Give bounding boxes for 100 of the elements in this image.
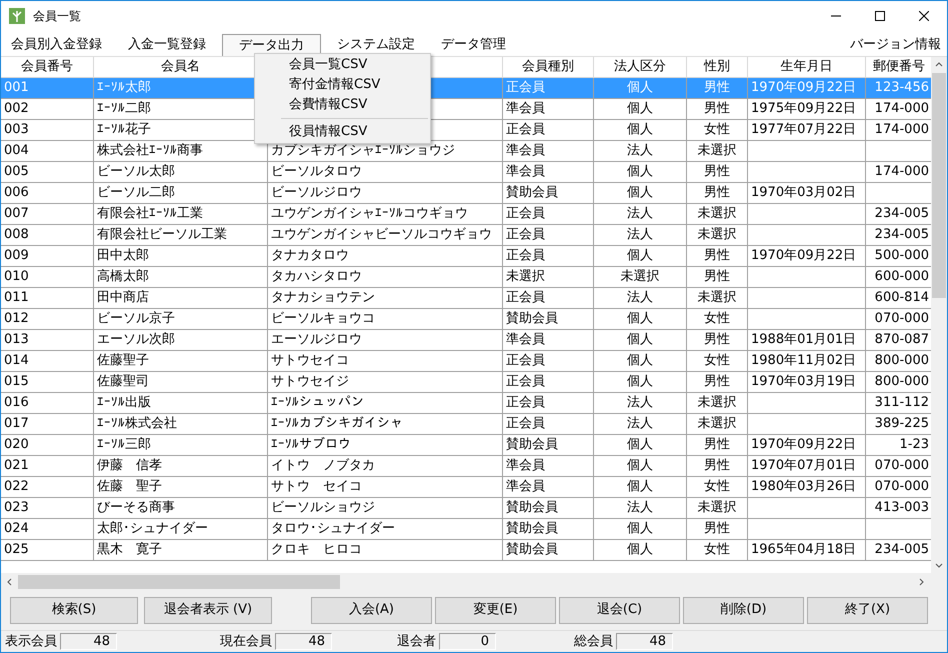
table-cell-text: タナカタロウ <box>271 247 349 266</box>
table-cell-text: 600-814 <box>874 289 929 308</box>
scroll-left-icon[interactable] <box>6 578 12 586</box>
table-cell-text: 男性 <box>704 79 730 98</box>
table-row[interactable]: 022 佐藤 聖子 サトウ セイコ 準会員 個人 女性 1980年03月26日 070-000 <box>1 477 931 498</box>
table-cell-text: 個人 <box>627 79 653 98</box>
table-row[interactable]: 024 太郎･シュナイダー タロウ･シュナイダー 賛助会員 個人 男性 <box>1 519 931 540</box>
action-button[interactable]: 変更(E) <box>435 596 556 624</box>
table-cell-text: 準会員 <box>506 142 545 160</box>
table-cell-text: 男性 <box>704 184 730 202</box>
scroll-thumb[interactable] <box>18 574 340 588</box>
scroll-up-icon[interactable] <box>935 61 943 67</box>
table-row[interactable]: 025 黒木 寛子 クロキ ヒロコ 賛助会員 個人 女性 1965年04月18日 234-005 <box>1 540 931 561</box>
table-cell-text: カブシキガイシャｴｰｿﾙショウジ <box>271 142 455 160</box>
table-row[interactable]: 016 ｴｰｿﾙ出版 ｴｰｿﾙシュッパン 正会員 法人 未選択 311-112 <box>1 393 931 414</box>
action-button[interactable]: 退会者表示 (V) <box>144 596 272 624</box>
table-cell-text: 男性 <box>704 457 730 476</box>
table-cell-text: 賛助会員 <box>506 310 558 328</box>
menu-item[interactable]: データ管理 <box>431 34 516 56</box>
table-cell-text: 070-000 <box>874 478 929 496</box>
table-cell-text: 174-000 <box>874 100 929 118</box>
table-row[interactable]: 015 佐藤聖司 サトウセイジ 正会員 個人 男性 1970年03月19日 800-000 <box>1 372 931 393</box>
table-row[interactable]: 014 佐藤聖子 サトウセイコ 正会員 個人 女性 1980年11月02日 800-000 <box>1 351 931 372</box>
table-cell-text: ｴｰｿﾙカブシキガイシャ <box>271 415 403 434</box>
table-cell-text: 413-003 <box>874 499 929 518</box>
table-cell-text: 未選択 <box>698 394 736 412</box>
table-cell-text: ｴｰｿﾙ株式会社 <box>97 415 177 434</box>
scroll-down-icon[interactable] <box>935 563 943 569</box>
table-cell-text: 007 <box>4 205 29 224</box>
table-cell-text: 個人 <box>627 100 653 118</box>
app-icon <box>9 8 25 24</box>
table-cell-text: 法人 <box>627 499 653 518</box>
table-cell-text: 個人 <box>627 373 653 392</box>
table-row[interactable]: 005 ビーソル太郎 ビーソルタロウ 準会員 個人 男性 174-000 <box>1 162 931 183</box>
close-icon[interactable] <box>919 11 929 21</box>
table-row[interactable]: 006 ビーソル二郎 ビーソルジロウ 賛助会員 個人 男性 1970年03月02日 <box>1 183 931 204</box>
table-cell-text: 有限会社ビーソル工業 <box>97 226 227 244</box>
table-row[interactable]: 004 株式会社ｴｰｿﾙ商事 カブシキガイシャｴｰｿﾙショウジ 準会員 法人 未選択 <box>1 141 931 162</box>
table-cell-text: 個人 <box>627 541 653 560</box>
table-cell-text: 法人 <box>627 394 653 412</box>
table-cell-text: 準会員 <box>506 100 545 118</box>
table-cell-text: 個人 <box>627 331 653 350</box>
table-cell-text: ユウゲンガイシャｴｰｿﾙコウギョウ <box>271 205 468 224</box>
table-cell-text: 正会員 <box>506 394 545 412</box>
table-row[interactable]: 021 伊藤 信孝 イトウ ノブタカ 準会員 個人 男性 1970年07月01日 070-000 <box>1 456 931 477</box>
table-cell-text: 個人 <box>627 352 653 370</box>
menu-item[interactable]: データ出力 <box>222 34 321 56</box>
table-cell-text: 未選択 <box>698 415 736 434</box>
table-cell-text: 田中太郎 <box>97 247 149 266</box>
table-row[interactable]: 009 田中太郎 タナカタロウ 正会員 個人 男性 1970年09月22日 500-000 <box>1 246 931 267</box>
table-row[interactable]: 008 有限会社ビーソル工業 ユウゲンガイシャビーソルコウギョウ 正会員 法人 未選択 234-005 <box>1 225 931 246</box>
table-cell-text: 個人 <box>627 520 653 538</box>
action-button[interactable]: 検索(S) <box>10 596 138 624</box>
action-button[interactable]: 入会(A) <box>311 596 432 624</box>
table-cell-text: ビーソルショウジ <box>271 499 375 518</box>
table-cell-text: 1988年01月01日 <box>751 331 856 350</box>
window-title: 会員一覧 <box>33 8 81 25</box>
table-cell-text: ビーソル太郎 <box>97 163 175 182</box>
action-button[interactable]: 削除(D) <box>683 596 804 624</box>
table-cell-text: 021 <box>4 457 29 476</box>
table-row[interactable]: 011 田中商店 タナカショウテン 正会員 法人 未選択 600-814 <box>1 288 931 309</box>
table-cell-text: 004 <box>4 142 29 160</box>
table-cell-text: イトウ ノブタカ <box>271 457 375 476</box>
table-row[interactable]: 007 有限会社ｴｰｿﾙ工業 ユウゲンガイシャｴｰｿﾙコウギョウ 正会員 法人 未選択 234-005 <box>1 204 931 225</box>
table-cell-text: 002 <box>4 100 29 118</box>
scroll-right-icon[interactable] <box>919 578 925 586</box>
menu-item[interactable]: システム設定 <box>327 34 425 56</box>
action-button[interactable]: 退会(C) <box>559 596 680 624</box>
scroll-thumb[interactable] <box>932 73 946 298</box>
table-cell-text: 070-000 <box>874 457 929 476</box>
table-cell-text: クロキ ヒロコ <box>271 541 362 560</box>
table-cell-text: 個人 <box>627 457 653 476</box>
table-cell-text: 015 <box>4 373 29 392</box>
table-row[interactable]: 017 ｴｰｿﾙ株式会社 ｴｰｿﾙカブシキガイシャ 正会員 法人 未選択 389-225 <box>1 414 931 435</box>
dropdown-item[interactable]: 寄付金情報CSV <box>255 75 430 95</box>
status-field: 48 <box>60 633 117 650</box>
menu-item[interactable]: バージョン情報 <box>844 34 947 56</box>
table-cell-text: 1970年09月22日 <box>751 247 856 266</box>
menu-item[interactable]: 入金一覧登録 <box>118 34 216 56</box>
table-cell-text: ビーソル二郎 <box>97 184 175 202</box>
table-cell-text: 女性 <box>704 121 730 140</box>
table-row[interactable]: 013 エーソル次郎 エーソルジロウ 準会員 個人 男性 1988年01月01日 870-087 <box>1 330 931 351</box>
action-button[interactable]: 終了(X) <box>807 596 928 624</box>
table-row[interactable]: 012 ビーソル京子 ビーソルキョウコ 賛助会員 個人 女性 070-000 <box>1 309 931 330</box>
menu-item[interactable]: 会員別入金登録 <box>1 34 112 56</box>
table-cell-text: 311-112 <box>874 394 929 412</box>
table-cell-text: 高橋太郎 <box>97 268 149 286</box>
maximize-icon[interactable] <box>875 11 885 21</box>
table-row[interactable]: 010 高橋太郎 タカハシタロウ 未選択 未選択 男性 600-000 <box>1 267 931 288</box>
vertical-scrollbar[interactable] <box>931 57 947 573</box>
table-cell-text: 男性 <box>704 331 730 350</box>
table-cell-text: 003 <box>4 121 29 140</box>
dropdown-item[interactable]: 役員情報CSV <box>255 122 430 142</box>
table-cell-text: 500-000 <box>874 247 929 266</box>
table-cell-text: 法人 <box>627 142 653 160</box>
table-cell-text: 準会員 <box>506 478 545 496</box>
table-row[interactable]: 020 ｴｰｿﾙ三郎 ｴｰｿﾙサブロウ 賛助会員 個人 男性 1970年09月22日 1-23 <box>1 435 931 456</box>
table-cell-text: ビーソルジロウ <box>271 184 362 202</box>
table-row[interactable]: 023 びーそる商事 ビーソルショウジ 賛助会員 法人 未選択 413-003 <box>1 498 931 519</box>
table-cell-text: 太郎･シュナイダー <box>97 520 208 538</box>
